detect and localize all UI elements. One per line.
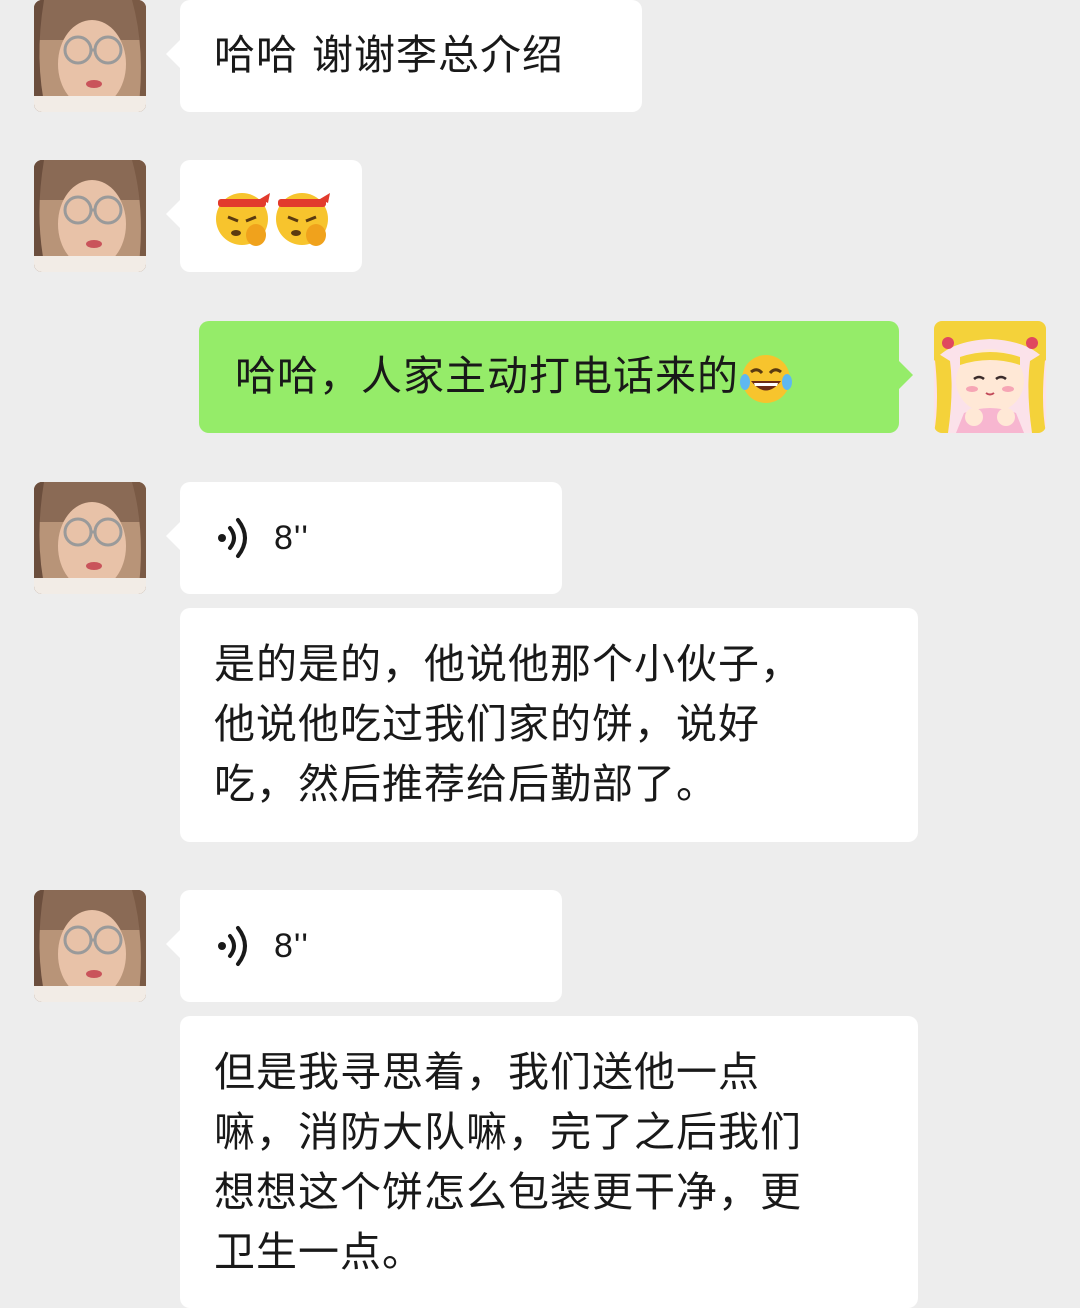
chat-message-list[interactable]: 哈哈 谢谢李总介绍 哈哈，人家主动打电话来的 8'' 是的是的，他说他那个小伙子… (0, 0, 1080, 1308)
flexed-determined-face-emoji-icon (216, 193, 330, 246)
message-bubble-incoming[interactable]: 哈哈 谢谢李总介绍 (166, 0, 642, 112)
my-avatar[interactable] (934, 321, 1046, 433)
contact-avatar[interactable] (34, 0, 146, 112)
voice-duration: 8'' (274, 927, 309, 965)
contact-photo (34, 160, 146, 272)
voice-wave-icon (218, 926, 247, 966)
message-text: 是的是的，他说他那个小伙子， 他说他吃过我们家的饼，说好 吃，然后推荐给后勤部了… (214, 640, 802, 808)
voice-message-row: 8'' (180, 482, 562, 594)
message-text: 哈哈 谢谢李总介绍 (214, 31, 565, 79)
voice-duration: 8'' (274, 519, 309, 557)
voice-wave-icon (218, 518, 247, 558)
message-bubble-incoming[interactable] (166, 160, 362, 272)
message-text: 哈哈，人家主动打电话来的 (235, 352, 739, 400)
tears-of-joy-emoji-icon (740, 355, 792, 403)
contact-avatar[interactable] (34, 482, 146, 594)
message-bubble-outgoing[interactable]: 哈哈，人家主动打电话来的 (199, 321, 913, 433)
contact-avatar[interactable] (34, 160, 146, 272)
voice-message-bubble[interactable]: 8'' (166, 890, 562, 1002)
message-bubble-incoming[interactable]: 是的是的，他说他那个小伙子， 他说他吃过我们家的饼，说好 吃，然后推荐给后勤部了… (180, 608, 918, 842)
voice-message-row: 8'' (180, 890, 562, 1002)
contact-photo (34, 482, 146, 594)
message-text: 但是我寻思着，我们送他一点 嘛，消防大队嘛，完了之后我们 想想这个饼怎么包装更干… (214, 1048, 802, 1276)
cartoon-girl-avatar-image (934, 321, 1046, 433)
voice-message-bubble[interactable]: 8'' (166, 482, 562, 594)
message-bubble-incoming[interactable]: 但是我寻思着，我们送他一点 嘛，消防大队嘛，完了之后我们 想想这个饼怎么包装更干… (180, 1016, 918, 1308)
contact-photo (34, 890, 146, 1002)
contact-photo (34, 0, 146, 112)
contact-avatar[interactable] (34, 890, 146, 1002)
